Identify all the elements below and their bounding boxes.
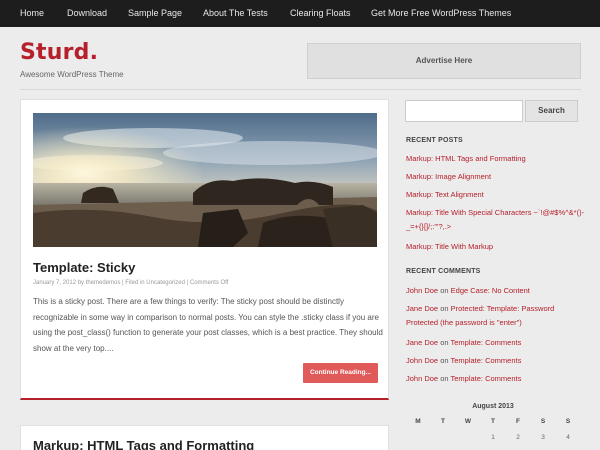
site-tagline: Awesome WordPress Theme [20,70,124,79]
comment-post-link[interactable]: Template: Comments [451,338,522,347]
calendar-day: 3 [541,434,545,441]
recent-post-link[interactable]: Markup: Title With Special Characters ~`… [406,206,586,234]
comment-post-link[interactable]: Edge Case: No Content [451,286,530,295]
post-excerpt: This is a sticky post. There are a few t… [33,297,383,353]
recent-comment: John Doe on Template: Comments [406,372,586,386]
comment-author-link[interactable]: John Doe [406,356,438,365]
calendar-weekday: S [565,418,571,425]
post-card-sticky: Template: Sticky January 7, 2012 by them… [20,99,389,400]
recent-comment: John Doe on Template: Comments [406,354,586,368]
nav-item-get-more-themes[interactable]: Get More Free WordPress Themes [371,0,511,27]
nav-item-download[interactable]: Download [67,0,107,27]
recent-post-link[interactable]: Markup: HTML Tags and Formatting [406,152,586,166]
comment-on-text: on [440,338,449,347]
post-meta: January 7, 2012 by themedemos | Filed in… [33,280,229,286]
recent-comments-heading: RECENT COMMENTS [406,268,481,275]
calendar-weekday: T [491,418,495,425]
nav-item-about-the-tests[interactable]: About The Tests [203,0,268,27]
comment-author-link[interactable]: John Doe [406,286,438,295]
calendar-day: 2 [516,434,520,441]
comment-post-link[interactable]: Template: Comments [451,356,522,365]
advertise-label: Advertise Here [415,56,473,65]
post-card-html-tags: Markup: HTML Tags and Formatting [20,425,389,450]
nav-item-home[interactable]: Home [20,0,44,27]
recent-posts-heading: RECENT POSTS [406,137,463,144]
search-input[interactable] [405,100,523,122]
nav-item-clearing-floats[interactable]: Clearing Floats [290,0,351,27]
recent-comment: John Doe on Edge Case: No Content [406,284,586,298]
calendar-weekday: T [441,418,445,425]
top-navigation: Home Download Sample Page About The Test… [0,0,600,27]
header-divider [20,89,581,90]
recent-post-link[interactable]: Markup: Title With Markup [406,240,586,254]
site-title[interactable]: Sturd. [20,40,98,65]
recent-comment: Jane Doe on Protected: Template: Passwor… [406,302,586,330]
comment-on-text: on [440,356,449,365]
comment-author-link[interactable]: Jane Doe [406,304,438,313]
comment-on-text: on [440,374,449,383]
post-featured-image[interactable] [33,113,377,247]
calendar-caption: August 2013 [472,403,514,410]
calendar-weekday: M [415,418,421,425]
comment-author-link[interactable]: John Doe [406,374,438,383]
comment-on-text: on [440,286,449,295]
post-title[interactable]: Markup: HTML Tags and Formatting [33,438,254,450]
comment-on-text: on [440,304,449,313]
calendar-day: 1 [491,434,495,441]
advertise-banner[interactable]: Advertise Here [307,43,581,79]
comment-post-link[interactable]: Template: Comments [451,374,522,383]
recent-post-link[interactable]: Markup: Text Alignment [406,188,586,202]
calendar-weekday: W [464,418,472,425]
calendar-day: 4 [566,434,570,441]
coastal-landscape-image [33,113,377,247]
recent-post-link[interactable]: Markup: Image Alignment [406,170,586,184]
search-button[interactable]: Search [525,100,578,122]
recent-comment: Jane Doe on Template: Comments [406,336,586,350]
post-title[interactable]: Template: Sticky [33,260,135,275]
continue-reading-button[interactable]: Continue Reading... [303,363,378,383]
calendar-weekday: F [516,418,520,425]
nav-item-sample-page[interactable]: Sample Page [128,0,182,27]
comment-author-link[interactable]: Jane Doe [406,338,438,347]
calendar-weekday: S [540,418,546,425]
